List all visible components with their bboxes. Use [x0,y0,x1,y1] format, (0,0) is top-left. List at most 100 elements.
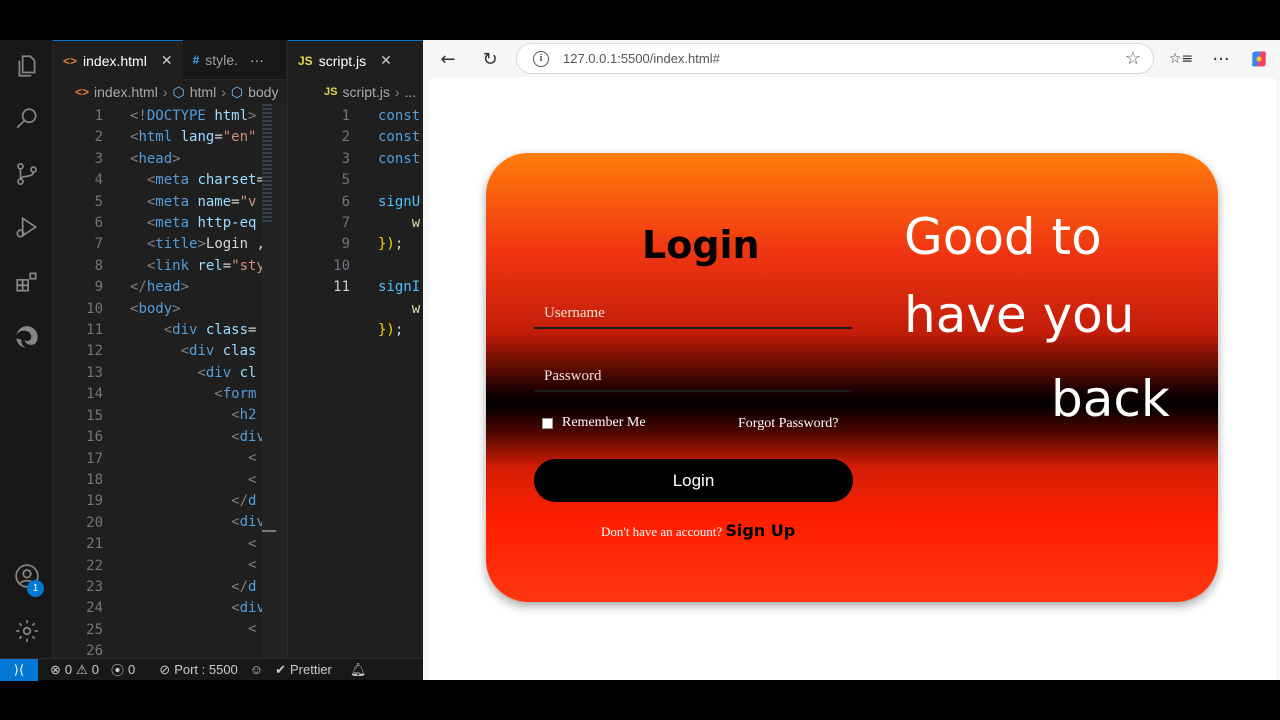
signup-row: Don't have an account? Sign Up [601,521,795,540]
more-actions-icon[interactable]: ··· [250,52,264,68]
url-text[interactable]: 127.0.0.1:5500/index.html# [563,51,720,66]
ports-status[interactable]: ⦿ 0 [111,660,135,679]
line-number: 16 [86,429,103,446]
edge-devtools-icon[interactable] [13,323,41,351]
line-number: 20 [86,514,103,531]
code-editor-text[interactable]: const const const signU w}); signI w}); [378,106,424,658]
remember-me[interactable]: Remember Me [542,415,646,431]
remember-checkbox[interactable] [542,417,553,429]
tab-style-css[interactable]: # style. ··· [183,40,274,80]
code-line: <meta http-eq [146,214,257,231]
copilot-status[interactable]: ☺ [250,662,263,677]
minimap[interactable] [262,104,286,658]
circle-slash-icon: ⊘ [159,661,171,677]
manage-gear-icon[interactable] [13,617,41,645]
copilot-logo-icon[interactable] [1246,46,1272,72]
tab-script-js[interactable]: JS script.js ✕ [288,40,424,80]
element-icon: ⬡ [172,83,185,100]
line-number: 1 [94,108,103,124]
code-line: <html lang="en" [130,129,257,146]
close-tab-icon[interactable]: ✕ [161,52,173,69]
login-card: Login Username Password Remember Me Forg… [486,153,1218,602]
prettier-status[interactable]: ✔ Prettier [275,662,332,678]
line-number: 7 [341,215,350,232]
code-line: <title>Login , [146,236,262,253]
breadcrumb-item[interactable]: script.js [342,84,389,100]
site-info-icon[interactable]: i [533,50,549,67]
code-line: </d [231,578,257,595]
remote-indicator-icon[interactable]: ⟩⟨ [0,658,38,681]
element-icon: ⬡ [230,83,244,100]
live-server-status[interactable]: ⊘ Port : 5500 [159,662,238,678]
line-number: 6 [341,193,350,210]
line-number: 9 [341,236,350,253]
browser-toolbar: ← ↻ i 127.0.0.1:5500/index.html# ☆ ☆≡ ··… [423,40,1280,77]
code-line: <meta charset= [146,172,262,189]
js-file-icon: JS [298,53,313,68]
notifications-bell-icon[interactable]: 🔔︎ [350,662,367,678]
line-number: 13 [86,364,103,381]
editor-pane-script: JS script.js ✕ JS script.js › ... 1 2 3 5 6 7… [287,40,424,658]
favorites-icon[interactable]: ☆≡ [1168,46,1194,72]
warning-count: 0 [91,662,100,677]
forgot-password-link[interactable]: Forgot Password? [738,416,838,432]
line-number: 10 [333,257,350,274]
code-line: <body> [130,300,181,317]
line-number: 21 [86,536,103,553]
extensions-icon[interactable] [13,268,41,296]
breadcrumb-item[interactable]: body [248,84,278,100]
signup-prompt: Don't have an account? [601,524,723,539]
code-line: const [378,129,421,146]
code-line: < [248,621,257,638]
welcome-line-3: back [1051,370,1170,428]
search-icon[interactable] [13,105,41,133]
problems-status[interactable]: ⊗ 0 ⚠ 0 [50,662,99,678]
line-number: 9 [94,279,103,296]
line-numbers: 1 2 3 5 6 7 9 10 11 [310,106,350,299]
line-number: 3 [341,150,350,167]
line-number: 15 [86,407,103,424]
status-bar: ⟩⟨ ⊗ 0 ⚠ 0 ⦿ 0 ⊘ Port : 5500 ☺ ✔ Prettie… [0,658,423,681]
prettier-label: Prettier [289,662,332,677]
code-line: signU [378,193,421,210]
code-line: < [248,535,257,552]
code-line: const [378,108,421,124]
account-badge: 1 [27,580,44,597]
broadcast-icon: ⦿ [111,663,125,678]
password-input[interactable]: Password [534,362,852,392]
code-editor-text[interactable]: <!DOCTYPE html> <html lang="en" <head> <me… [130,106,262,658]
line-number: 3 [94,150,103,167]
run-debug-icon[interactable] [13,213,41,241]
back-arrow-icon[interactable]: ← [435,46,461,72]
tab-index-html[interactable]: <> index.html ✕ [53,40,183,80]
welcome-line-1: Good to [904,208,1102,266]
breadcrumb-item[interactable]: index.html [94,84,158,100]
code-line: < [248,557,257,574]
star-favorite-icon[interactable]: ☆ [1125,48,1141,69]
breadcrumb-item[interactable]: ... [405,84,417,100]
chevron-right-icon: › [394,84,400,100]
code-line: w [411,300,421,317]
explorer-icon[interactable] [13,52,41,80]
close-tab-icon[interactable]: ✕ [380,52,392,69]
signup-link[interactable]: Sign Up [725,521,795,540]
breadcrumb-item[interactable]: html [190,84,216,100]
activity-bar: 1 [0,40,53,658]
code-line: signI [378,279,421,296]
reload-icon[interactable]: ↻ [477,46,503,72]
editor-tabs: <> index.html ✕ # style. ··· [53,40,286,80]
error-icon: ⊗ [50,661,61,677]
address-bar[interactable]: i 127.0.0.1:5500/index.html# ☆ [516,43,1154,74]
code-line: <form [214,386,257,403]
code-line: <head> [130,150,181,167]
line-number: 6 [94,215,103,232]
more-menu-icon[interactable]: ··· [1208,46,1234,72]
chevron-right-icon: › [162,84,168,100]
username-input[interactable]: Username [534,299,852,329]
code-line: </d [231,493,257,510]
source-control-icon[interactable] [13,160,41,188]
login-button[interactable]: Login [534,459,853,502]
code-line: <div class= [163,321,257,338]
